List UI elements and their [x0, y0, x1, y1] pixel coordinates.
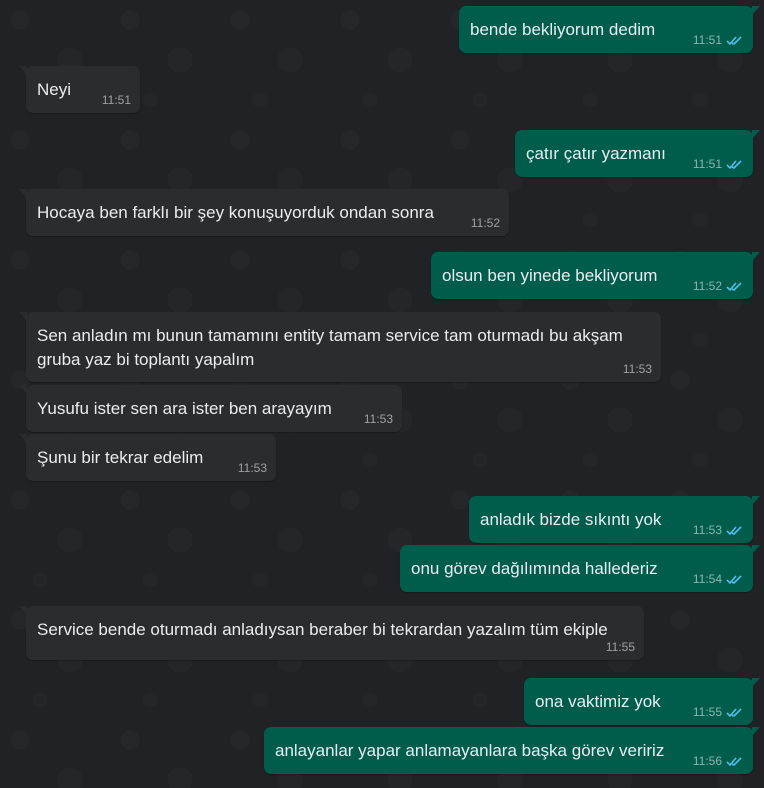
message-time: 11:55 — [692, 705, 722, 719]
message-time: 11:53 — [622, 362, 652, 376]
read-ticks-icon — [726, 35, 742, 45]
message-meta: 11:53 — [623, 362, 652, 376]
message-bubble-outgoing[interactable]: anladık bizde sıkıntı yok 11:53 — [469, 496, 760, 543]
message-text: anlayanlar yapar anlamayanlara başka gör… — [275, 741, 665, 760]
message-time: 11:55 — [605, 640, 635, 654]
message-bubble-incoming[interactable]: Service bende oturmadı anladıysan berabe… — [19, 606, 644, 660]
message-bubble-incoming[interactable]: Neyi 11:51 — [19, 66, 140, 113]
message-time: 11:54 — [692, 572, 722, 586]
read-ticks-icon — [726, 707, 742, 717]
message-meta: 11:53 — [364, 412, 393, 426]
message-time: 11:52 — [692, 279, 722, 293]
message-meta: 11:53 — [693, 523, 744, 537]
message-meta: 11:56 — [693, 754, 744, 768]
read-ticks-icon — [726, 756, 742, 766]
message-bubble-incoming[interactable]: Sen anladın mı bunun tamamını entity tam… — [19, 312, 661, 382]
message-text: Sen anladın mı bunun tamamını entity tam… — [37, 326, 628, 369]
message-bubble-outgoing[interactable]: onu görev dağılımında hallederiz 11:54 — [400, 545, 760, 592]
message-time: 11:51 — [101, 93, 131, 107]
message-meta: 11:55 — [606, 640, 635, 654]
message-time: 11:53 — [237, 461, 267, 475]
read-ticks-icon — [726, 281, 742, 291]
message-time: 11:51 — [692, 33, 722, 47]
message-bubble-incoming[interactable]: Şunu bir tekrar edelim 11:53 — [19, 434, 276, 481]
message-time: 11:53 — [363, 412, 393, 426]
message-time: 11:52 — [470, 216, 500, 230]
read-ticks-icon — [726, 159, 742, 169]
message-bubble-outgoing[interactable]: anlayanlar yapar anlamayanlara başka gör… — [264, 727, 760, 774]
read-ticks-icon — [726, 525, 742, 535]
message-meta: 11:54 — [693, 572, 744, 586]
message-meta: 11:51 — [102, 93, 131, 107]
message-meta: 11:52 — [693, 279, 744, 293]
message-meta: 11:53 — [238, 461, 267, 475]
message-meta: 11:52 — [471, 216, 500, 230]
message-time: 11:56 — [692, 754, 722, 768]
message-meta: 11:55 — [693, 705, 744, 719]
message-bubble-outgoing[interactable]: olsun ben yinede bekliyorum 11:52 — [431, 252, 760, 299]
message-bubble-outgoing[interactable]: çatır çatır yazmanı 11:51 — [515, 130, 760, 177]
message-time: 11:51 — [692, 157, 722, 171]
chat-panel[interactable]: bende bekliyorum dedim 11:51 Neyi 11:51 … — [0, 0, 764, 788]
message-bubble-outgoing[interactable]: ona vaktimiz yok 11:55 — [524, 678, 760, 725]
message-bubble-outgoing[interactable]: bende bekliyorum dedim 11:51 — [459, 6, 760, 53]
message-bubble-incoming[interactable]: Hocaya ben farklı bir şey konuşuyorduk o… — [19, 189, 509, 236]
message-meta: 11:51 — [693, 33, 744, 47]
message-text: Service bende oturmadı anladıysan berabe… — [37, 620, 608, 639]
message-meta: 11:51 — [693, 157, 744, 171]
message-bubble-incoming[interactable]: Yusufu ister sen ara ister ben arayayım … — [19, 385, 402, 432]
read-ticks-icon — [726, 574, 742, 584]
message-text: Yusufu ister sen ara ister ben arayayım — [37, 399, 332, 418]
message-time: 11:53 — [692, 523, 722, 537]
message-text: Hocaya ben farklı bir şey konuşuyorduk o… — [37, 203, 434, 222]
message-text: Şunu bir tekrar edelim — [37, 448, 204, 467]
